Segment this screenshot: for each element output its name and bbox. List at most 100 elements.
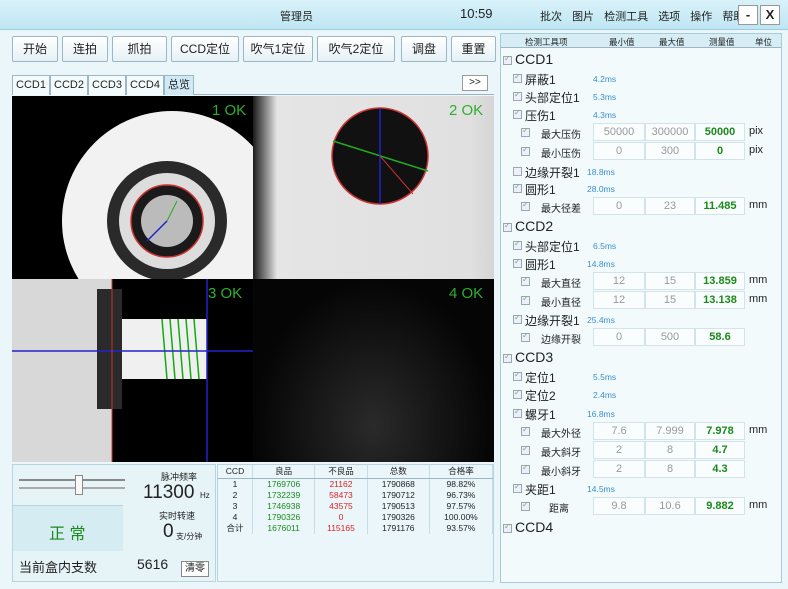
- pulse-slider-thumb[interactable]: [74, 475, 83, 495]
- table-cell: 合计: [218, 522, 254, 534]
- param-min[interactable]: 9.8: [593, 497, 645, 515]
- checkbox[interactable]: [513, 370, 522, 381]
- checkbox[interactable]: [513, 90, 522, 101]
- checkbox[interactable]: [513, 407, 522, 418]
- start-button[interactable]: 开始: [12, 36, 58, 62]
- checkbox[interactable]: [521, 294, 530, 305]
- menu-images[interactable]: 图片: [572, 11, 594, 23]
- tab-ccd2[interactable]: CCD2: [50, 75, 88, 95]
- clock: 10:59: [460, 6, 493, 21]
- param-max[interactable]: 8: [645, 460, 695, 478]
- checkbox[interactable]: [503, 221, 512, 232]
- param-measured: 13.138: [695, 291, 745, 309]
- param-name: 最大外径: [541, 429, 581, 440]
- checkbox[interactable]: [521, 331, 530, 342]
- checkbox[interactable]: [521, 500, 530, 511]
- ccd-locate-button[interactable]: CCD定位: [171, 36, 239, 62]
- tool-row: 边缘开裂1 18.8ms: [501, 163, 781, 180]
- param-min[interactable]: 0: [593, 197, 645, 215]
- checkbox[interactable]: [521, 463, 530, 474]
- checkbox[interactable]: [513, 257, 522, 268]
- param-min[interactable]: 12: [593, 272, 645, 290]
- blow2-locate-button[interactable]: 吹气2定位: [317, 36, 395, 62]
- tool-name: 头部定位1: [525, 91, 580, 105]
- checkbox[interactable]: [513, 482, 522, 493]
- param-min[interactable]: 0: [593, 328, 645, 346]
- param-max[interactable]: 500: [645, 328, 695, 346]
- tool-time: 16.8ms: [587, 409, 615, 419]
- param-max[interactable]: 23: [645, 197, 695, 215]
- table-cell: 1746938: [252, 500, 316, 511]
- param-max[interactable]: 7.999: [645, 422, 695, 440]
- capture-button[interactable]: 抓拍: [112, 36, 167, 62]
- param-max[interactable]: 10.6: [645, 497, 695, 515]
- table-row: 3 1746938 43575 1790513 97.57%: [218, 500, 494, 511]
- tool-row: 边缘开裂1 25.4ms: [501, 311, 781, 328]
- status-box: 正 常: [13, 505, 123, 551]
- reset-button[interactable]: 重置: [451, 36, 496, 62]
- param-max[interactable]: 15: [645, 291, 695, 309]
- checkbox[interactable]: [521, 126, 530, 137]
- table-cell: 96.73%: [429, 489, 494, 500]
- param-max[interactable]: 300000: [645, 123, 695, 141]
- group-ccd2: CCD2: [501, 218, 781, 236]
- param-measured: 7.978: [695, 422, 745, 440]
- param-unit: mm: [749, 274, 768, 286]
- ccd4-image: [253, 279, 494, 462]
- tool-time: 25.4ms: [587, 315, 615, 325]
- param-measured: 58.6: [695, 328, 745, 346]
- checkbox[interactable]: [513, 108, 522, 119]
- param-max[interactable]: 300: [645, 142, 695, 160]
- table-cell: 1732239: [252, 489, 316, 500]
- tool-name: 屏蔽1: [525, 73, 556, 87]
- adjust-disc-button[interactable]: 调盘: [401, 36, 447, 62]
- tool-time: 5.5ms: [593, 372, 617, 382]
- checkbox[interactable]: [513, 182, 522, 193]
- param-min[interactable]: 0: [593, 142, 645, 160]
- checkbox[interactable]: [513, 167, 522, 176]
- param-name: 最大压伤: [541, 130, 581, 141]
- tab-ccd4[interactable]: CCD4: [126, 75, 164, 95]
- close-button[interactable]: X: [760, 5, 780, 25]
- param-min[interactable]: 2: [593, 460, 645, 478]
- clear-count-button[interactable]: 清零: [181, 561, 209, 577]
- burst-button[interactable]: 连拍: [62, 36, 108, 62]
- group-ccd4: CCD4: [501, 519, 781, 537]
- checkbox[interactable]: [521, 200, 530, 211]
- param-min[interactable]: 50000: [593, 123, 645, 141]
- tool-time: 6.5ms: [593, 241, 617, 251]
- tool-row: 定位2 2.4ms: [501, 386, 781, 403]
- checkbox[interactable]: [513, 72, 522, 83]
- param-max[interactable]: 8: [645, 441, 695, 459]
- checkbox[interactable]: [521, 425, 530, 436]
- tab-ccd3[interactable]: CCD3: [88, 75, 126, 95]
- param-max[interactable]: 15: [645, 272, 695, 290]
- blow1-locate-button[interactable]: 吹气1定位: [243, 36, 313, 62]
- menu-options[interactable]: 选项: [658, 11, 680, 23]
- checkbox[interactable]: [521, 444, 530, 455]
- checkbox[interactable]: [521, 145, 530, 156]
- checkbox[interactable]: [513, 313, 522, 324]
- menu-inspection-tools[interactable]: 检测工具: [604, 11, 648, 23]
- checkbox[interactable]: [513, 239, 522, 250]
- checkbox[interactable]: [503, 54, 512, 65]
- param-min[interactable]: 12: [593, 291, 645, 309]
- tab-ccd1[interactable]: CCD1: [12, 75, 50, 95]
- param-measured: 4.3: [695, 460, 745, 478]
- more-tabs-button[interactable]: >>: [462, 75, 488, 91]
- tab-overview[interactable]: 总览: [164, 75, 194, 95]
- checkbox[interactable]: [503, 352, 512, 363]
- tools-header: 检测工具项 最小值 最大值 测量值 单位: [501, 34, 781, 48]
- tool-name: 头部定位1: [525, 240, 580, 254]
- param-min[interactable]: 7.6: [593, 422, 645, 440]
- table-cell: 58473: [314, 489, 368, 500]
- minimize-button[interactable]: -: [738, 5, 758, 25]
- checkbox[interactable]: [503, 522, 512, 533]
- param-row: 最小压伤 0 300 0 pix: [501, 142, 781, 160]
- param-min[interactable]: 2: [593, 441, 645, 459]
- menu-operation[interactable]: 操作: [690, 11, 712, 23]
- tool-time: 14.8ms: [587, 259, 615, 269]
- checkbox[interactable]: [521, 275, 530, 286]
- menu-batch[interactable]: 批次: [540, 11, 562, 23]
- checkbox[interactable]: [513, 388, 522, 399]
